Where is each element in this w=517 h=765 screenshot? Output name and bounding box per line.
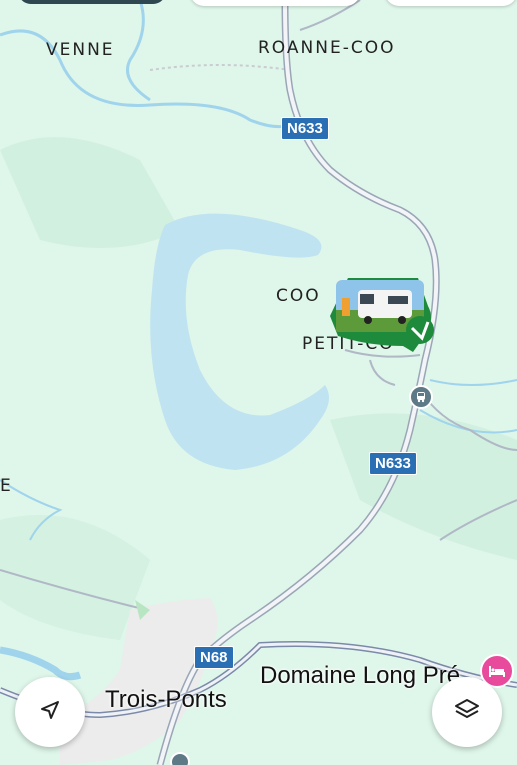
camper-van-pin[interactable] — [328, 276, 436, 358]
minor-road — [149, 64, 291, 71]
top-chip[interactable] — [190, 0, 360, 6]
road-shield-n633: N633 — [369, 452, 417, 475]
river — [0, 646, 82, 681]
river — [126, 0, 151, 102]
terrain-patch — [330, 413, 517, 560]
road-shield-n633: N633 — [281, 117, 329, 140]
top-search-bar[interactable] — [18, 0, 166, 4]
bus-stop-icon[interactable] — [170, 752, 190, 765]
bus-stop-icon[interactable] — [409, 385, 433, 409]
minor-road — [369, 359, 396, 386]
road-shield-n68: N68 — [194, 646, 234, 669]
poi-label-domaine-long-pre[interactable]: Domaine Long Pré — [260, 662, 460, 690]
place-label-venne: VENNE — [46, 40, 115, 60]
map-base — [0, 0, 517, 765]
navigation-arrow-icon — [38, 698, 62, 727]
map-layers-button[interactable] — [432, 677, 502, 747]
town-label-trois-ponts: Trois-Ponts — [105, 686, 227, 713]
place-label-coo: COO — [276, 286, 321, 306]
stream — [429, 379, 517, 386]
place-label-roanne-coo: ROANNE-COO — [258, 38, 396, 58]
top-chip[interactable] — [385, 0, 517, 6]
layers-icon — [453, 696, 481, 729]
map-view[interactable]: VENNE ROANNE-COO COO PETIT-CO E N633 N63… — [0, 0, 517, 765]
river — [0, 29, 291, 129]
place-label-edge: E — [0, 476, 13, 496]
terrain-patch — [0, 137, 180, 248]
locate-me-button[interactable] — [15, 677, 85, 747]
